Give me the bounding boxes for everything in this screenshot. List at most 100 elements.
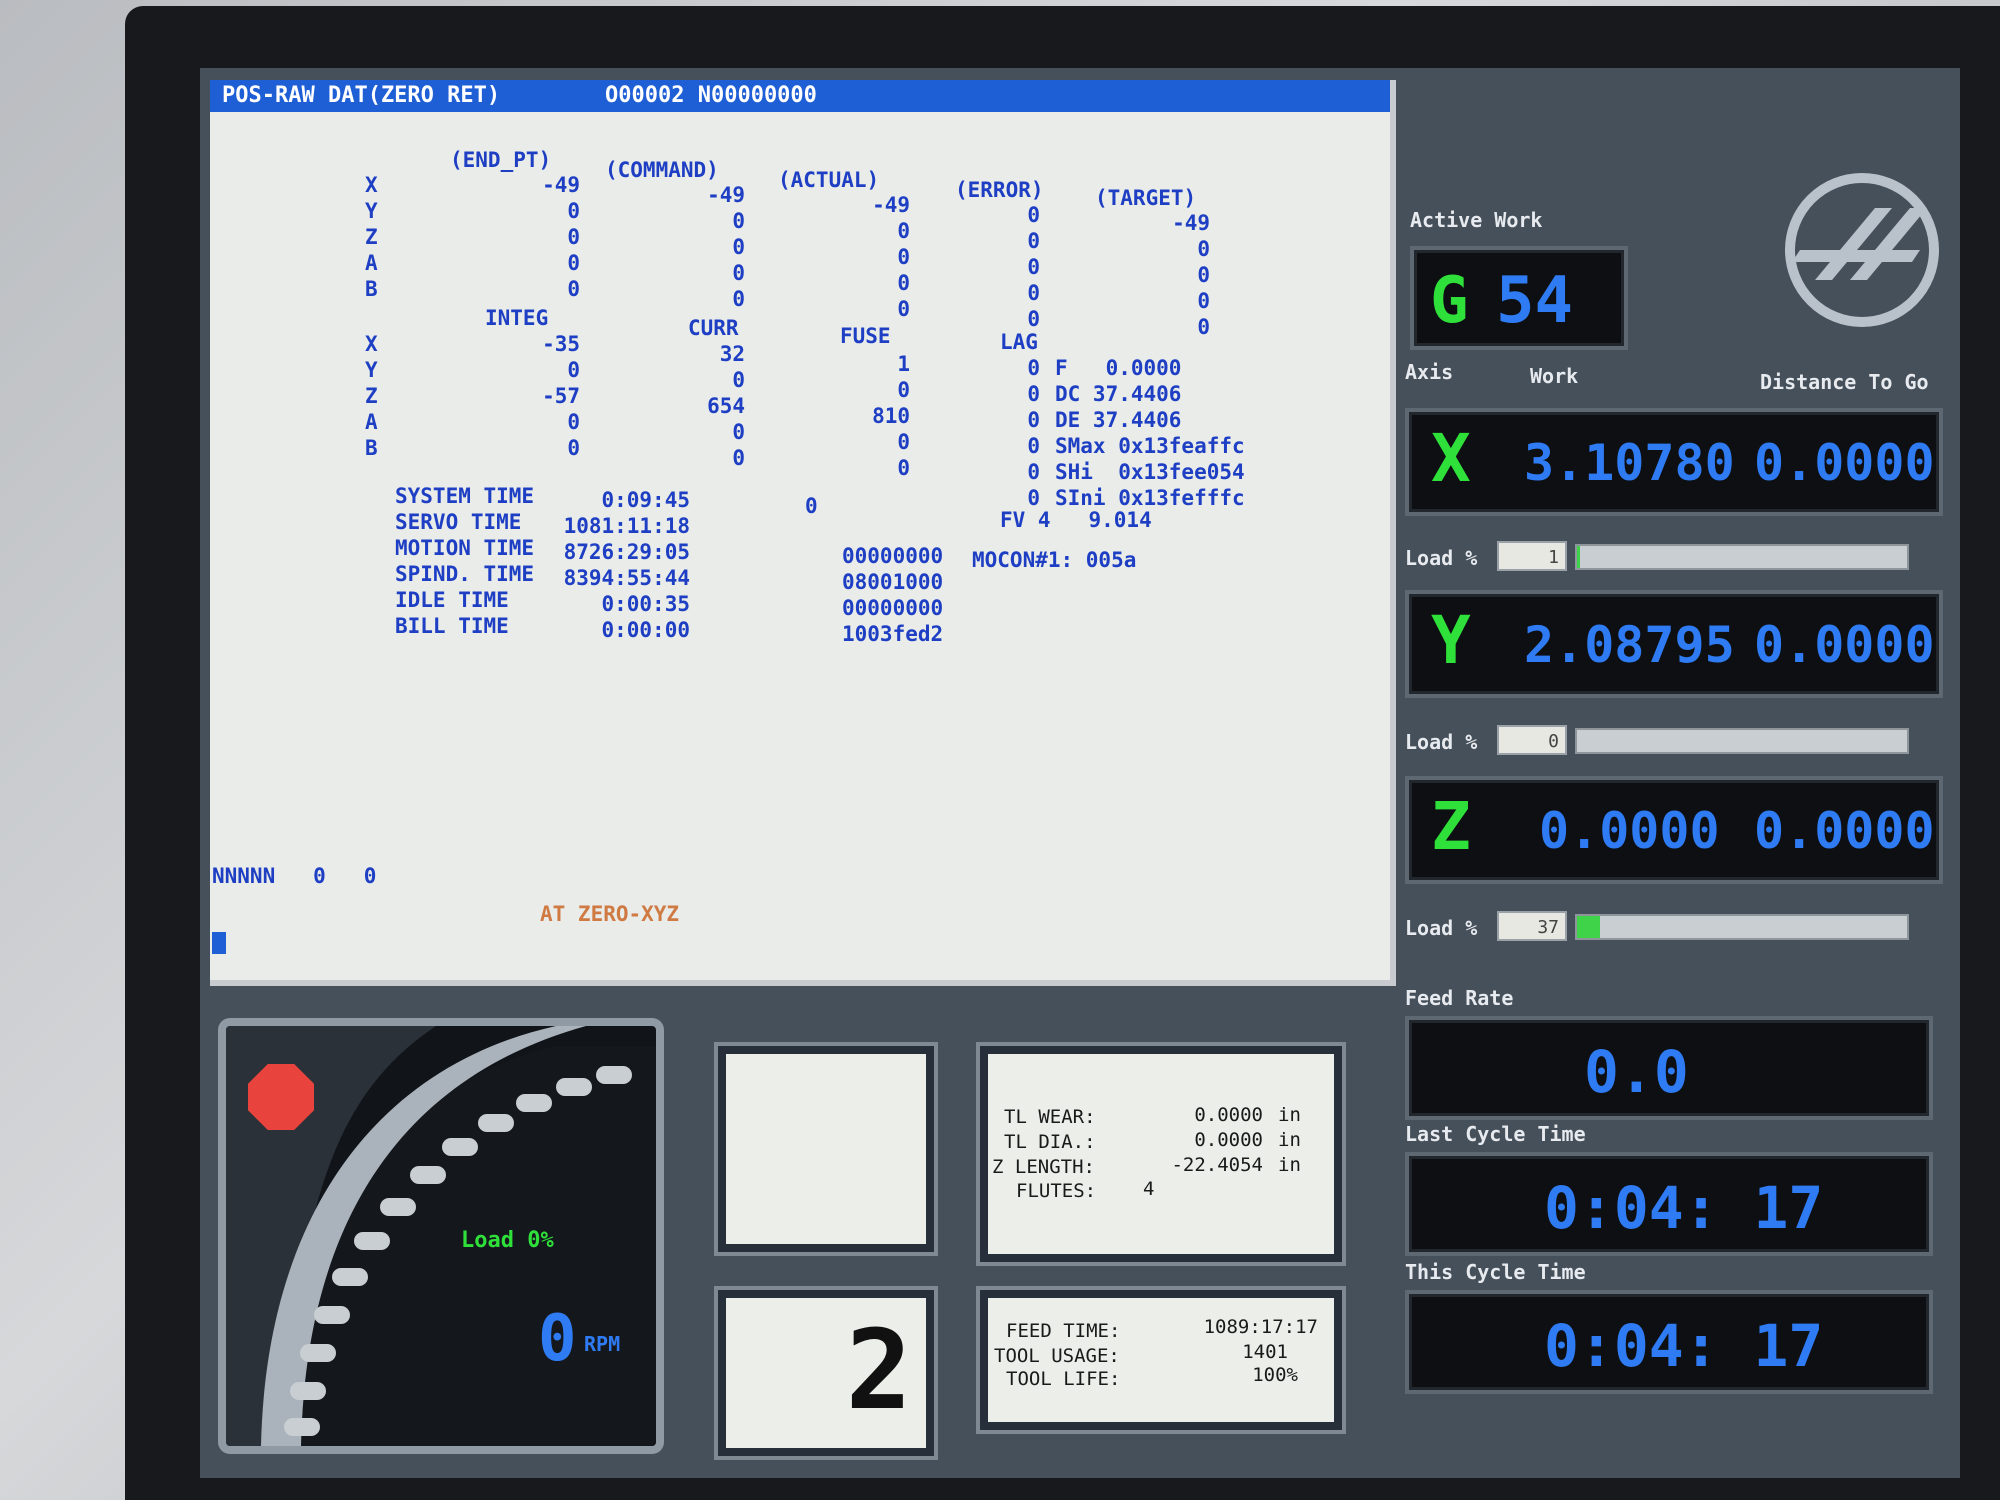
axis-label: X bbox=[365, 332, 378, 356]
fuse-value: 810 bbox=[872, 404, 910, 428]
servo-param: DE 37.4406 bbox=[1055, 408, 1182, 432]
end-pt-value: -49 bbox=[542, 173, 580, 197]
time-value: 0:09:45 bbox=[601, 488, 690, 512]
header-target: (TARGET) bbox=[1095, 186, 1197, 210]
nnnnn-line: NNNNN 0 0 bbox=[212, 864, 377, 888]
logo-icon bbox=[1785, 173, 1939, 327]
axis-column-label: Axis bbox=[1405, 360, 1454, 384]
curr-value: 0 bbox=[732, 368, 745, 392]
time-label: SPIND. TIME bbox=[395, 562, 535, 586]
title-bar: POS-RAW DAT(ZERO RET) O00002 N00000000 bbox=[210, 80, 1390, 112]
tool-life-label: TOOL LIFE: bbox=[1006, 1368, 1121, 1390]
mocon-readout: MOCON#1: 005a bbox=[972, 548, 1137, 572]
spindle-load-text: Load 0% bbox=[461, 1228, 554, 1253]
gauge-tick bbox=[380, 1198, 416, 1216]
header-integ: INTEG bbox=[485, 306, 549, 330]
distance-to-go-label: Distance To Go bbox=[1760, 370, 1929, 394]
this-cycle-label: This Cycle Time bbox=[1405, 1260, 1586, 1284]
this-cycle-display: 0:04: 17 bbox=[1405, 1290, 1933, 1394]
axis-letter: Y bbox=[1431, 602, 1471, 679]
error-value: 0 bbox=[1027, 255, 1040, 279]
gauge-tick bbox=[478, 1114, 514, 1132]
distance-to-go: 0.0000 bbox=[1754, 802, 1935, 860]
actual-value: 0 bbox=[897, 219, 910, 243]
error-value: 0 bbox=[1027, 281, 1040, 305]
actual-value: -49 bbox=[872, 193, 910, 217]
time-label: MOTION TIME bbox=[395, 536, 535, 560]
end-pt-value: 0 bbox=[567, 225, 580, 249]
integ-value: 0 bbox=[567, 436, 580, 460]
load-label: Load % bbox=[1405, 730, 1478, 754]
axis-label: B bbox=[365, 436, 378, 460]
time-label: BILL TIME bbox=[395, 614, 509, 638]
gauge-tick bbox=[290, 1382, 326, 1400]
screen-mode-title: POS-RAW DAT(ZERO RET) bbox=[222, 83, 501, 108]
time-value: 1081:11:18 bbox=[563, 514, 690, 538]
axis-label: Z bbox=[365, 225, 378, 249]
work-position: 3.10780 bbox=[1524, 434, 1735, 492]
fuse-value: 1 bbox=[897, 352, 910, 376]
header-fuse: FUSE bbox=[840, 324, 891, 348]
load-fill bbox=[1577, 546, 1581, 568]
time-aux: 08001000 bbox=[842, 570, 944, 594]
stop-icon bbox=[248, 1064, 314, 1130]
x-axis-display: X 3.10780 0.0000 bbox=[1405, 408, 1943, 516]
z-load-value: 37 bbox=[1497, 911, 1567, 941]
time-label: SYSTEM TIME bbox=[395, 484, 535, 508]
integ-value: -57 bbox=[542, 384, 580, 408]
blank-display-box bbox=[718, 1046, 934, 1252]
curr-value: 32 bbox=[719, 342, 745, 366]
work-offset-number: 54 bbox=[1496, 264, 1574, 338]
command-value: 0 bbox=[732, 235, 745, 259]
servo-param: F 0.0000 bbox=[1055, 356, 1182, 380]
axis-label: B bbox=[365, 277, 378, 301]
tool-info-value: 0.0000 bbox=[1194, 1129, 1263, 1151]
work-column-label: Work bbox=[1530, 364, 1579, 388]
gauge-tick bbox=[300, 1344, 336, 1362]
this-cycle-time: 0:04: 17 bbox=[1544, 1312, 1824, 1380]
tool-life-label: TOOL USAGE: bbox=[994, 1345, 1120, 1367]
command-value: 0 bbox=[732, 287, 745, 311]
last-cycle-label: Last Cycle Time bbox=[1405, 1122, 1586, 1146]
last-cycle-display: 0:04: 17 bbox=[1405, 1152, 1933, 1256]
gauge-tick bbox=[354, 1232, 390, 1250]
target-value: 0 bbox=[1197, 237, 1210, 261]
tool-info-label: TL DIA.: bbox=[1004, 1131, 1096, 1153]
axis-label: A bbox=[365, 251, 378, 275]
x-load-value: 1 bbox=[1497, 541, 1567, 571]
work-position: 0.0000 bbox=[1539, 802, 1720, 860]
feed-rate-value: 0.0 bbox=[1584, 1038, 1689, 1106]
integ-value: 0 bbox=[567, 358, 580, 382]
tool-life-label: FEED TIME: bbox=[1006, 1320, 1121, 1342]
load-label: Load % bbox=[1405, 916, 1478, 940]
gauge-tick bbox=[556, 1078, 592, 1096]
load-fill bbox=[1577, 916, 1601, 938]
status-message: AT ZERO-XYZ bbox=[540, 902, 680, 926]
tool-life-value: 100% bbox=[1252, 1364, 1298, 1386]
servo-param: SIni 0x13fefffc bbox=[1055, 486, 1245, 510]
tool-info-value: -22.4054 bbox=[1171, 1154, 1263, 1176]
time-label: SERVO TIME bbox=[395, 510, 522, 534]
y-load-bar bbox=[1575, 728, 1909, 754]
actual-value: 0 bbox=[897, 245, 910, 269]
target-value: 0 bbox=[1197, 289, 1210, 313]
axis-letter: X bbox=[1431, 420, 1471, 497]
integ-value: 0 bbox=[567, 410, 580, 434]
cnc-control-screen: POS-RAW DAT(ZERO RET) O00002 N00000000 (… bbox=[200, 68, 1960, 1478]
servo-param: SMax 0x13feaffc bbox=[1055, 434, 1245, 458]
fuse-value: 0 bbox=[897, 456, 910, 480]
command-value: 0 bbox=[732, 209, 745, 233]
tool-life-box: FEED TIME: 1089:17:17 TOOL USAGE: 1401 T… bbox=[980, 1290, 1342, 1430]
curr-value: 654 bbox=[707, 394, 745, 418]
spindle-load-gauge: Load 0% 0 RPM bbox=[218, 1018, 664, 1454]
servo-param: DC 37.4406 bbox=[1055, 382, 1182, 406]
error-value: 0 bbox=[1027, 307, 1040, 331]
header-end-pt: (END_PT) bbox=[450, 148, 552, 172]
time-aux: 00000000 bbox=[842, 596, 944, 620]
header-lag: LAG bbox=[1000, 330, 1038, 354]
command-value: -49 bbox=[707, 183, 745, 207]
curr-value: 0 bbox=[732, 420, 745, 444]
distance-to-go: 0.0000 bbox=[1754, 616, 1935, 674]
program-number: O00002 N00000000 bbox=[605, 83, 817, 108]
end-pt-value: 0 bbox=[567, 277, 580, 301]
